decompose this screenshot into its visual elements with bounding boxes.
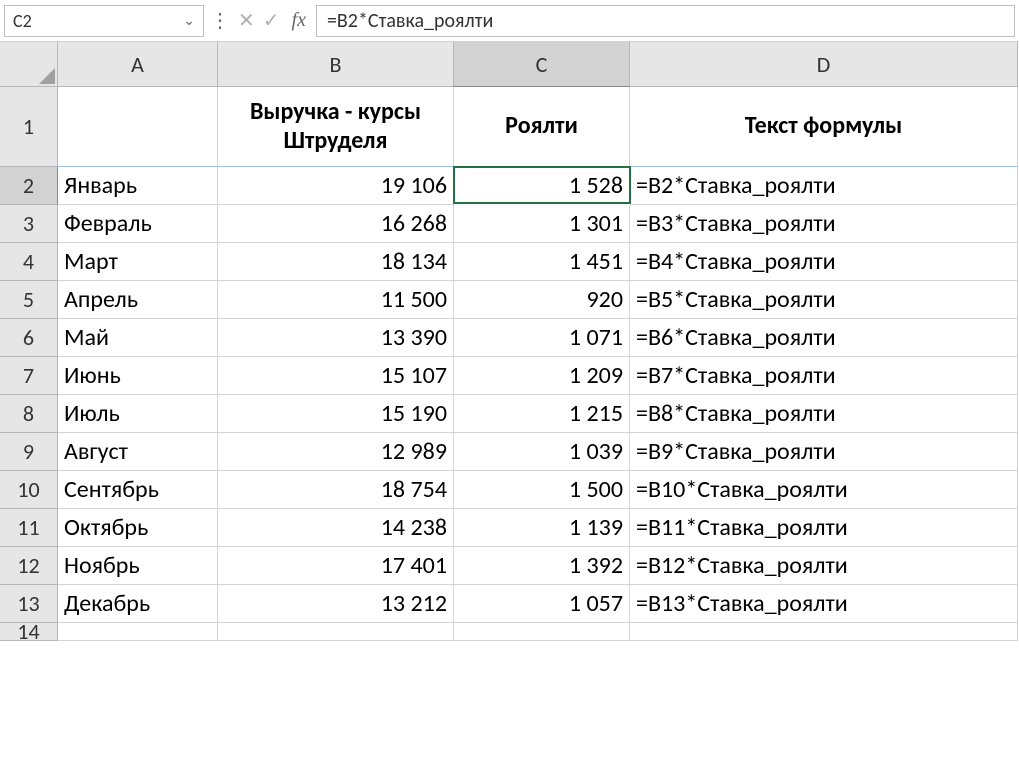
cell-a6[interactable]: Май: [58, 319, 218, 357]
cell-a4[interactable]: Март: [58, 243, 218, 281]
row-header-5[interactable]: 5: [0, 281, 58, 319]
cell-a10[interactable]: Сентябрь: [58, 471, 218, 509]
cell-b4[interactable]: 18 134: [218, 243, 454, 281]
chevron-down-icon[interactable]: ⌄: [183, 12, 195, 29]
formula-icons: ⋮ ✕ ✓: [204, 8, 286, 33]
fx-icon[interactable]: fx: [286, 9, 312, 32]
cell-c2[interactable]: 1 528: [453, 166, 631, 204]
cell-b5[interactable]: 11 500: [218, 281, 454, 319]
cell-c3[interactable]: 1 301: [454, 205, 630, 243]
formula-input[interactable]: =B2*Ставка_роялти: [316, 5, 1015, 37]
cell-a7[interactable]: Июнь: [58, 357, 218, 395]
cell-c1[interactable]: Роялти: [454, 87, 630, 167]
cell-d7[interactable]: =B7*Ставка_роялти: [630, 357, 1018, 395]
spreadsheet-grid[interactable]: A B C D 1 Выручка - курсы Штруделя Роялт…: [0, 42, 1019, 641]
cell-d4[interactable]: =B4*Ставка_роялти: [630, 243, 1018, 281]
formula-text: =B2*Ставка_роялти: [327, 9, 493, 33]
cell-a8[interactable]: Июль: [58, 395, 218, 433]
cell-b10[interactable]: 18 754: [218, 471, 454, 509]
cell-d5[interactable]: =B5*Ставка_роялти: [630, 281, 1018, 319]
col-header-a[interactable]: A: [58, 42, 218, 87]
cell-c12[interactable]: 1 392: [454, 547, 630, 585]
cell-c8[interactable]: 1 215: [454, 395, 630, 433]
formula-bar: C2 ⌄ ⋮ ✕ ✓ fx =B2*Ставка_роялти: [0, 0, 1019, 42]
row-header-9[interactable]: 9: [0, 433, 58, 471]
confirm-icon[interactable]: ✓: [263, 8, 280, 33]
cell-a12[interactable]: Ноябрь: [58, 547, 218, 585]
row-header-1[interactable]: 1: [0, 87, 58, 167]
col-header-c[interactable]: C: [454, 42, 630, 87]
cell-b12[interactable]: 17 401: [218, 547, 454, 585]
row-header-7[interactable]: 7: [0, 357, 58, 395]
row-header-11[interactable]: 11: [0, 509, 58, 547]
row-header-4[interactable]: 4: [0, 243, 58, 281]
row-header-6[interactable]: 6: [0, 319, 58, 357]
cancel-icon[interactable]: ✕: [238, 8, 255, 33]
cell-d2[interactable]: =B2*Ставка_роялти: [630, 167, 1018, 205]
name-box[interactable]: C2 ⌄: [4, 5, 204, 37]
cell-a9[interactable]: Август: [58, 433, 218, 471]
cell-b13[interactable]: 13 212: [218, 585, 454, 623]
cell-a1[interactable]: [58, 87, 218, 167]
row-header-3[interactable]: 3: [0, 205, 58, 243]
cell-d13[interactable]: =B13*Ставка_роялти: [630, 585, 1018, 623]
cell-d1[interactable]: Текст формулы: [630, 87, 1018, 167]
cell-c6[interactable]: 1 071: [454, 319, 630, 357]
options-icon[interactable]: ⋮: [210, 8, 230, 33]
cell-d8[interactable]: =B8*Ставка_роялти: [630, 395, 1018, 433]
header-b-line2: Штруделя: [283, 127, 387, 156]
cell-a13[interactable]: Декабрь: [58, 585, 218, 623]
cell-c14[interactable]: [454, 623, 630, 641]
cell-b14[interactable]: [218, 623, 454, 641]
corner-triangle-icon: [39, 68, 55, 84]
row-header-10[interactable]: 10: [0, 471, 58, 509]
cell-a14[interactable]: [58, 623, 218, 641]
row-header-8[interactable]: 8: [0, 395, 58, 433]
cell-c11[interactable]: 1 139: [454, 509, 630, 547]
cell-b11[interactable]: 14 238: [218, 509, 454, 547]
cell-d10[interactable]: =B10*Ставка_роялти: [630, 471, 1018, 509]
cell-c4[interactable]: 1 451: [454, 243, 630, 281]
cell-d14[interactable]: [630, 623, 1018, 641]
cell-d11[interactable]: =B11*Ставка_роялти: [630, 509, 1018, 547]
cell-b1[interactable]: Выручка - курсы Штруделя: [218, 87, 454, 167]
header-b-line1: Выручка - курсы: [250, 98, 421, 127]
cell-d6[interactable]: =B6*Ставка_роялти: [630, 319, 1018, 357]
cell-c13[interactable]: 1 057: [454, 585, 630, 623]
cell-c5[interactable]: 920: [454, 281, 630, 319]
cell-a3[interactable]: Февраль: [58, 205, 218, 243]
cell-c7[interactable]: 1 209: [454, 357, 630, 395]
name-box-value: C2: [13, 10, 32, 32]
row-header-14[interactable]: 14: [0, 623, 58, 641]
cell-a5[interactable]: Апрель: [58, 281, 218, 319]
cell-d9[interactable]: =B9*Ставка_роялти: [630, 433, 1018, 471]
cell-b2[interactable]: 19 106: [218, 167, 454, 205]
cell-c9[interactable]: 1 039: [454, 433, 630, 471]
cell-b9[interactable]: 12 989: [218, 433, 454, 471]
cell-a2[interactable]: Январь: [58, 167, 218, 205]
cell-c10[interactable]: 1 500: [454, 471, 630, 509]
cell-b3[interactable]: 16 268: [218, 205, 454, 243]
select-all-corner[interactable]: [0, 42, 58, 87]
row-header-2[interactable]: 2: [0, 167, 58, 205]
col-header-b[interactable]: B: [218, 42, 454, 87]
col-header-d[interactable]: D: [630, 42, 1018, 87]
cell-b8[interactable]: 15 190: [218, 395, 454, 433]
cell-a11[interactable]: Октябрь: [58, 509, 218, 547]
cell-d3[interactable]: =B3*Ставка_роялти: [630, 205, 1018, 243]
cell-b7[interactable]: 15 107: [218, 357, 454, 395]
cell-b6[interactable]: 13 390: [218, 319, 454, 357]
row-header-12[interactable]: 12: [0, 547, 58, 585]
cell-d12[interactable]: =B12*Ставка_роялти: [630, 547, 1018, 585]
